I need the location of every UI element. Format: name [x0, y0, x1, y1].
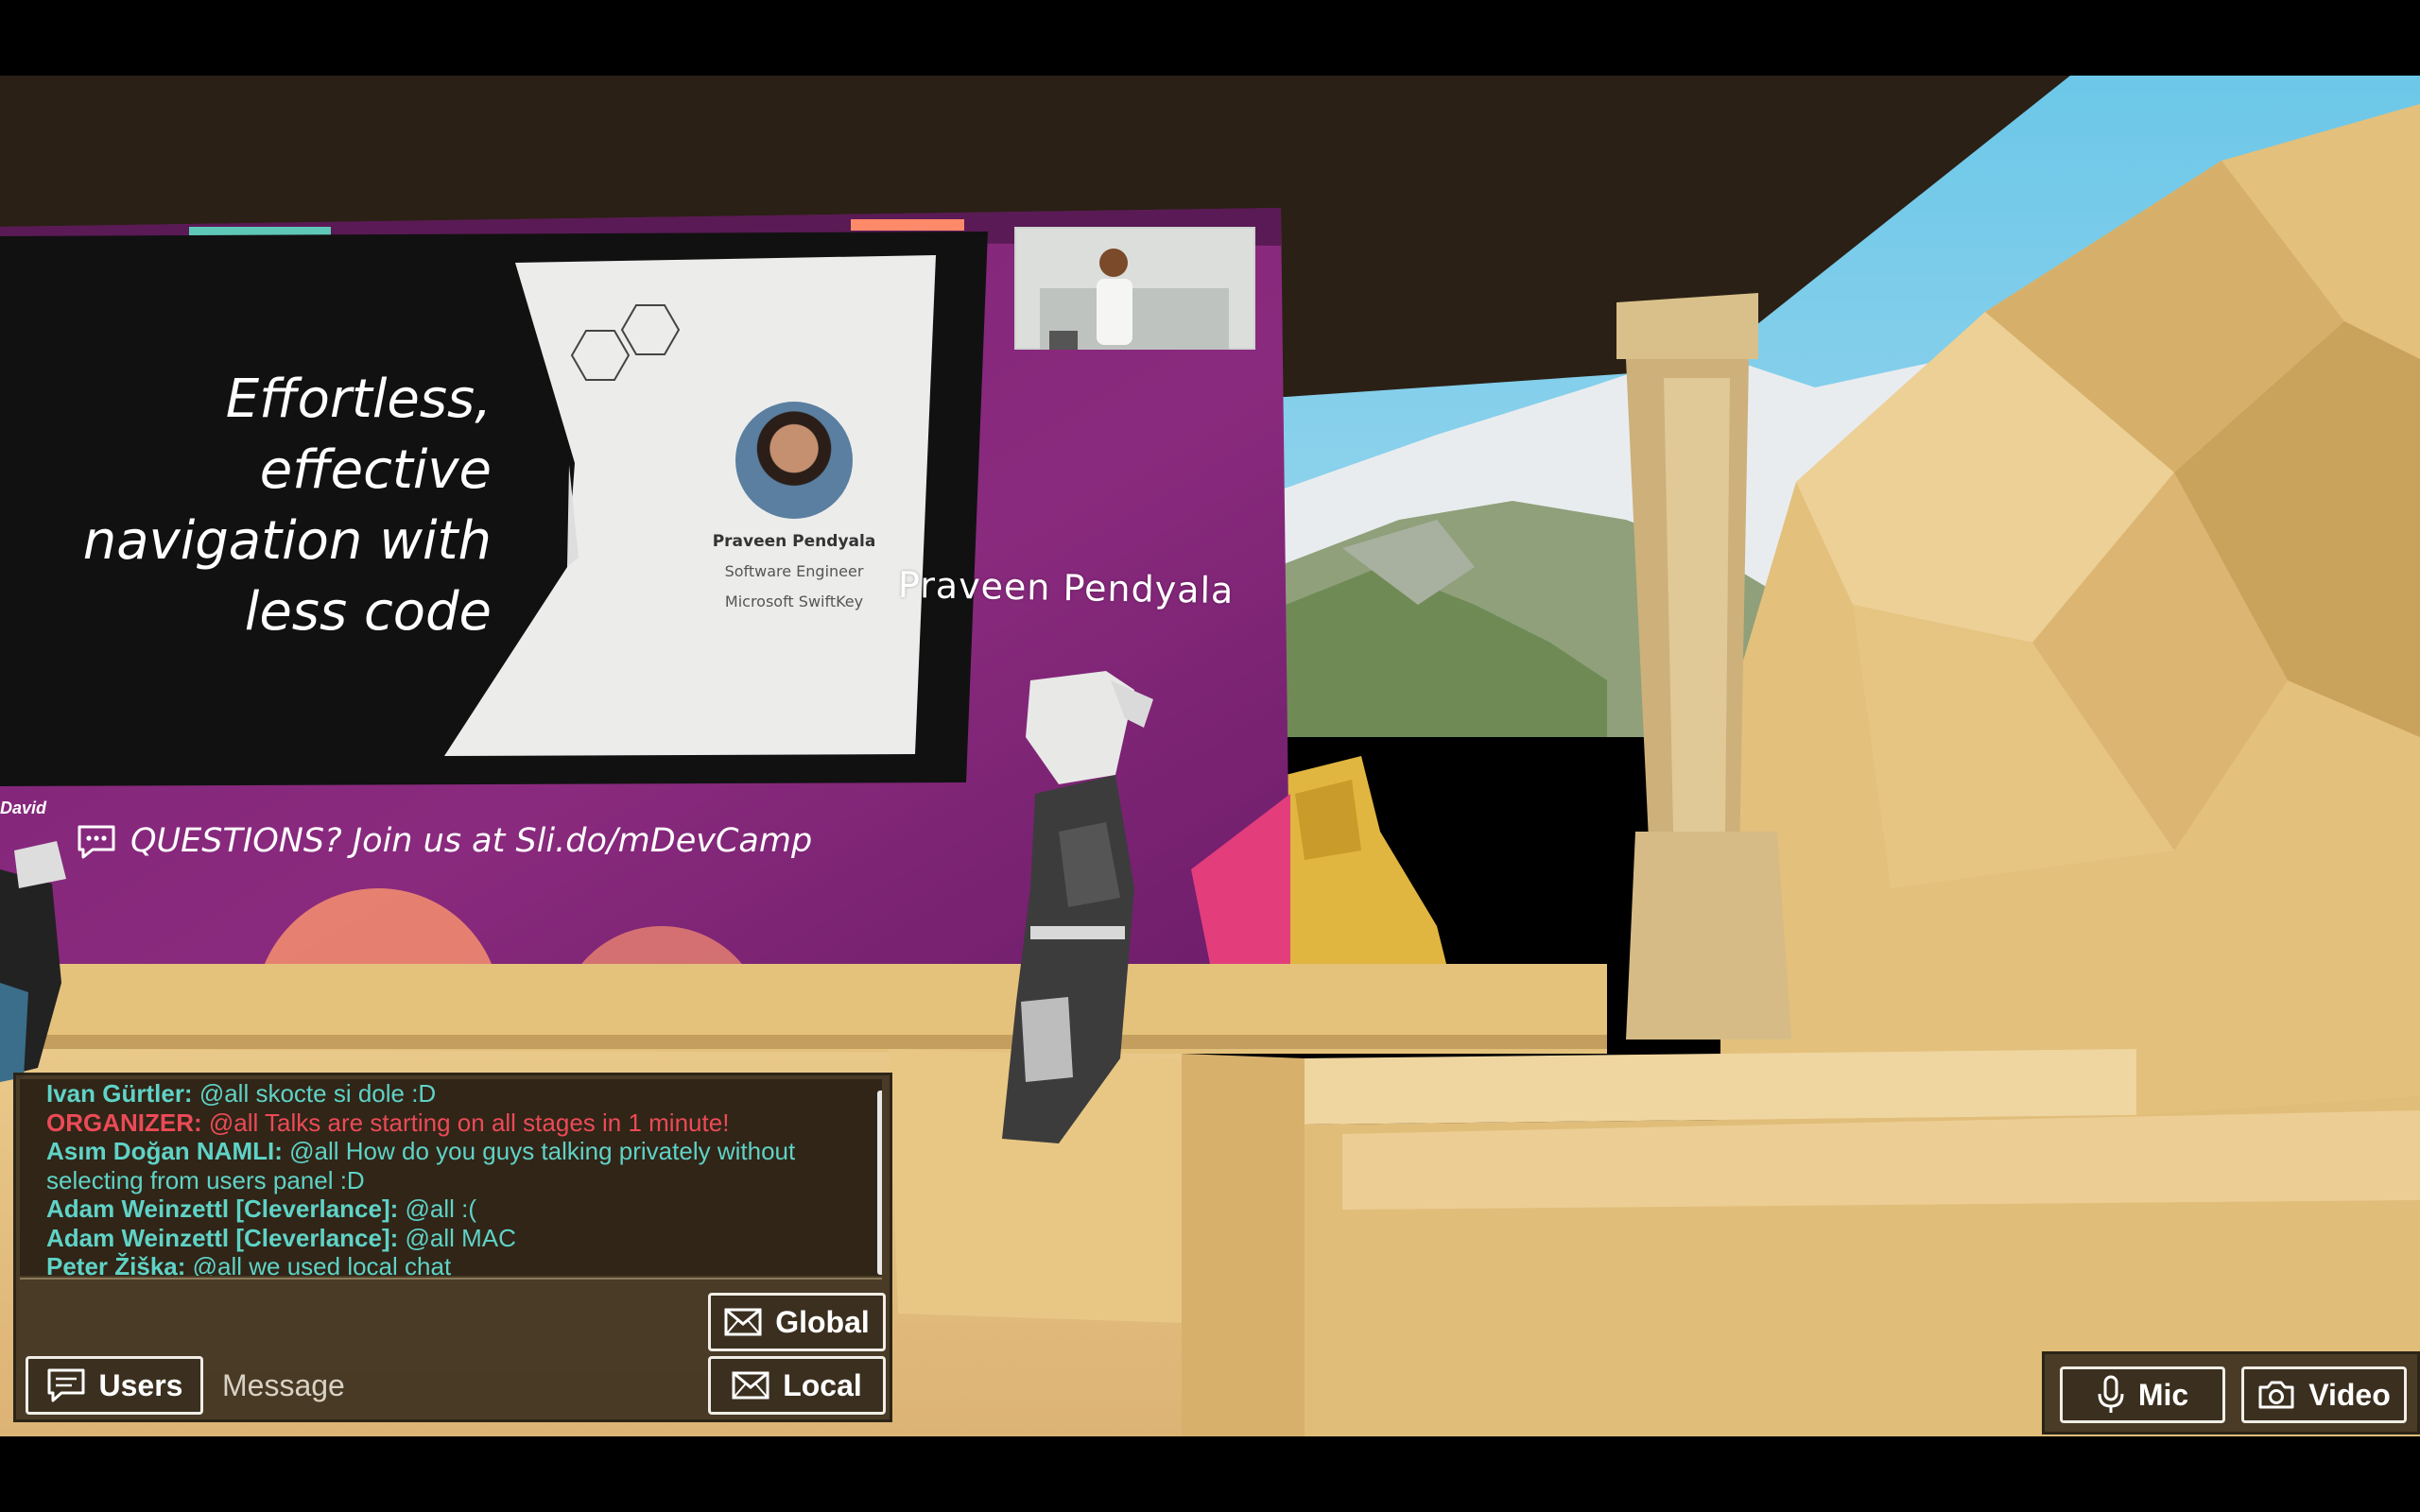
chat-message: Adam Weinzettl [Cleverlance]: @all :( [20, 1194, 882, 1224]
slide-title: Effortless, effective navigation with le… [38, 364, 492, 647]
chat-message: Asım Doğan NAMLI: @all How do you guys t… [20, 1137, 882, 1166]
chat-message-user: Asım Doğan NAMLI: [46, 1137, 283, 1165]
chat-message: Adam Weinzettl [Cleverlance]: @all MAC [20, 1224, 882, 1253]
slide-title-line: navigation with [82, 510, 492, 572]
message-input[interactable] [215, 1356, 702, 1415]
letterbox-bottom [0, 1436, 2420, 1512]
microphone-icon [2098, 1375, 2124, 1413]
video-button-label: Video [2308, 1377, 2391, 1412]
chat-panel: Ivan Gürtler: @all skocte si dole :D ORG… [13, 1073, 892, 1422]
camera-icon [2258, 1381, 2294, 1409]
questions-banner: QUESTIONS? Join us at Sli.do/mDevCamp [76, 822, 812, 860]
presenter-name-label: Praveen Pendyala [897, 563, 1235, 612]
questions-banner-text: QUESTIONS? Join us at Sli.do/mDevCamp [130, 822, 813, 860]
local-chat-button[interactable]: Local [708, 1356, 886, 1415]
letterbox-top [0, 0, 2420, 76]
slide-title-line: effective [259, 439, 492, 501]
chat-message-text: @all How do you guys talking privately w… [282, 1137, 796, 1165]
chat-message-user: Adam Weinzettl [Cleverlance]: [46, 1223, 399, 1252]
envelope-icon [732, 1371, 769, 1400]
chat-message-text: @all MAC [398, 1223, 516, 1252]
chat-message-text: selecting from users panel :D [46, 1165, 365, 1194]
slide-speaker-company: Microsoft SwiftKey [724, 593, 864, 610]
chat-message-text: @all we used local chat [185, 1252, 452, 1276]
slide-speaker-name: Praveen Pendyala [712, 532, 876, 551]
slide-title-line: less code [244, 581, 492, 643]
chat-message-user: Peter Žiška: [46, 1252, 186, 1276]
global-chat-button-label: Global [775, 1304, 870, 1339]
speaker-photo [735, 402, 853, 519]
envelope-icon [724, 1308, 762, 1336]
slide-title-line: Effortless, [225, 369, 492, 430]
video-button[interactable]: Video [2241, 1366, 2407, 1423]
avatar-name-tag: David [0, 799, 47, 817]
chat-scrollbar[interactable] [877, 1091, 882, 1275]
chat-message-text: @all Talks are starting on all stages in… [201, 1108, 730, 1137]
chat-bubble-icon [78, 825, 115, 859]
users-button[interactable]: Users [26, 1356, 203, 1415]
chat-message-user: Adam Weinzettl [Cleverlance]: [46, 1194, 399, 1223]
mic-button-label: Mic [2137, 1377, 2189, 1412]
global-chat-button[interactable]: Global [708, 1293, 886, 1351]
chat-message: selecting from users panel :D [20, 1166, 882, 1195]
chat-log[interactable]: Ivan Gürtler: @all skocte si dole :D ORG… [20, 1079, 882, 1276]
chat-message: Peter Žiška: @all we used local chat [20, 1252, 882, 1276]
chat-message-text: @all skocte si dole :D [192, 1079, 437, 1108]
mic-button[interactable]: Mic [2060, 1366, 2225, 1423]
users-button-label: Users [98, 1367, 183, 1402]
chat-message-text: @all :( [398, 1194, 477, 1223]
chat-message-user: Ivan Gürtler: [46, 1079, 193, 1108]
slide-speaker-role: Software Engineer [724, 562, 864, 580]
chat-bubble-icon [47, 1368, 85, 1402]
chat-divider [20, 1278, 882, 1280]
media-controls-panel: Mic Video [2042, 1351, 2420, 1435]
chat-message-user: ORGANIZER: [46, 1108, 202, 1137]
chat-message: Ivan Gürtler: @all skocte si dole :D [20, 1079, 882, 1108]
chat-message: ORGANIZER: @all Talks are starting on al… [20, 1108, 882, 1138]
local-chat-button-label: Local [783, 1367, 862, 1402]
